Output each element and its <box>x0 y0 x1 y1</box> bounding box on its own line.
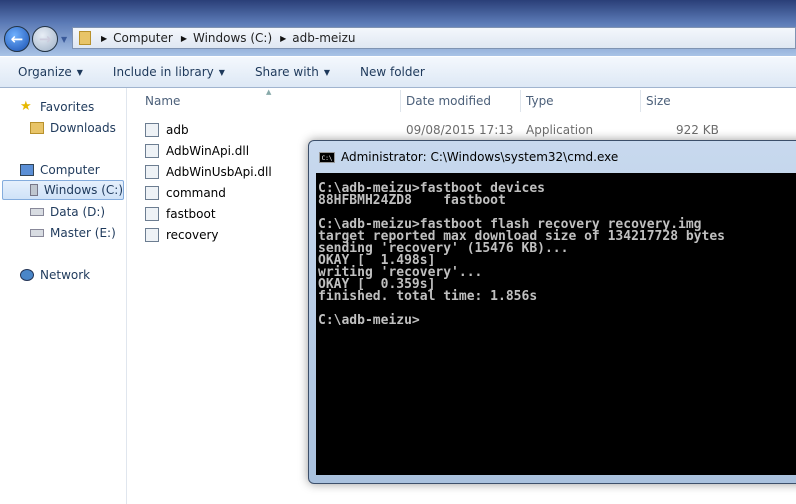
drive-icon <box>30 229 44 237</box>
console-output[interactable]: C:\adb-meizu>fastboot devices 88HFBMH24ZD… <box>316 173 796 475</box>
new-folder-button[interactable]: New folder <box>360 65 425 79</box>
console-line: finished. total time: 1.856s <box>318 289 538 304</box>
drive-icon <box>30 184 38 196</box>
downloads-folder-icon <box>30 122 44 134</box>
column-divider[interactable] <box>520 90 521 112</box>
address-bar[interactable]: ▶ Computer ▶ Windows (C:) ▶ adb-meizu <box>72 27 796 49</box>
breadcrumb-computer[interactable]: Computer <box>113 31 173 45</box>
share-with-button[interactable]: Share with ▼ <box>255 65 330 79</box>
nav-buttons: ← → ▼ <box>4 26 67 52</box>
chevron-down-icon: ▼ <box>323 67 330 77</box>
file-name: command <box>166 185 226 200</box>
chevron-right-icon[interactable]: ▶ <box>280 34 286 43</box>
sidebar-item-computer[interactable]: Computer <box>20 160 100 180</box>
batch-file-icon <box>145 185 159 200</box>
file-name: adb <box>166 122 189 137</box>
dll-file-icon <box>145 164 159 179</box>
label: Master (E:) <box>50 226 116 240</box>
drive-icon <box>30 208 44 216</box>
application-icon <box>145 122 159 137</box>
command-bar: Organize ▼ Include in library ▼ Share with… <box>0 57 796 88</box>
label: Favorites <box>40 100 95 114</box>
image-file-icon <box>145 227 159 242</box>
file-name: recovery <box>166 227 219 242</box>
file-size: 922 KB <box>676 122 719 137</box>
column-header-type[interactable]: Type <box>526 90 554 112</box>
console-line: C:\adb-meizu> <box>318 313 420 328</box>
label: Downloads <box>50 121 116 135</box>
forward-button[interactable]: → <box>32 26 58 52</box>
column-header-name[interactable]: Name <box>145 90 180 112</box>
column-divider[interactable] <box>640 90 641 112</box>
breadcrumb-adb-meizu[interactable]: adb-meizu <box>292 31 355 45</box>
file-row[interactable]: adb 09/08/2015 17:13 Application 922 KB <box>145 119 796 140</box>
dll-file-icon <box>145 143 159 158</box>
sidebar-item-downloads[interactable]: Downloads <box>30 118 116 138</box>
new-folder-label: New folder <box>360 65 425 79</box>
cmd-title-bar[interactable]: C:\ Administrator: C:\Windows\system32\c… <box>319 150 618 164</box>
navigation-pane: ★ Favorites Downloads Computer Windows (C… <box>0 88 127 504</box>
include-in-library-button[interactable]: Include in library ▼ <box>113 65 225 79</box>
label: Computer <box>40 163 100 177</box>
folder-icon <box>79 31 91 45</box>
file-type: Application <box>526 122 594 137</box>
sidebar-item-data-d[interactable]: Data (D:) <box>30 202 105 222</box>
label: Name <box>145 94 181 108</box>
sidebar-item-master-e[interactable]: Master (E:) <box>30 223 116 243</box>
sidebar-item-favorites[interactable]: ★ Favorites <box>20 97 94 117</box>
file-name: AdbWinApi.dll <box>166 143 250 158</box>
label: Type <box>526 94 554 108</box>
file-date: 09/08/2015 17:13 <box>406 122 514 137</box>
column-header-date[interactable]: Date modified <box>406 90 491 112</box>
breadcrumb-windows-c[interactable]: Windows (C:) <box>193 31 272 45</box>
sort-ascending-icon: ▲ <box>266 88 272 96</box>
sidebar-item-windows-c[interactable]: Windows (C:) <box>2 180 124 200</box>
star-icon: ★ <box>20 99 32 114</box>
chevron-right-icon[interactable]: ▶ <box>181 34 187 43</box>
console-line: 88HFBMH24ZD8 fastboot <box>318 193 506 208</box>
back-button[interactable]: ← <box>4 26 30 52</box>
file-name: fastboot <box>166 206 216 221</box>
label: Size <box>646 94 671 108</box>
network-icon <box>20 269 34 281</box>
label: Network <box>40 268 91 282</box>
include-label: Include in library <box>112 65 214 79</box>
label: Windows (C:) <box>43 183 123 197</box>
recent-pages-dropdown[interactable]: ▼ <box>61 35 67 44</box>
organize-button[interactable]: Organize ▼ <box>18 65 83 79</box>
file-name: AdbWinUsbApi.dll <box>166 164 272 179</box>
label: Date modified <box>406 94 492 108</box>
organize-label: Organize <box>18 65 72 79</box>
chevron-right-icon[interactable]: ▶ <box>101 34 107 43</box>
chevron-down-icon: ▼ <box>76 67 83 77</box>
column-header-size[interactable]: Size <box>646 90 671 112</box>
computer-icon <box>20 164 34 176</box>
chevron-down-icon: ▼ <box>218 67 225 77</box>
cmd-icon: C:\ <box>319 151 335 163</box>
share-label: Share with <box>254 65 319 79</box>
sidebar-item-network[interactable]: Network <box>20 265 90 285</box>
application-icon <box>145 206 159 221</box>
cmd-window[interactable]: C:\ Administrator: C:\Windows\system32\c… <box>308 140 796 484</box>
cmd-title: Administrator: C:\Windows\system32\cmd.e… <box>341 150 619 164</box>
column-divider[interactable] <box>400 90 401 112</box>
label: Data (D:) <box>50 205 106 219</box>
